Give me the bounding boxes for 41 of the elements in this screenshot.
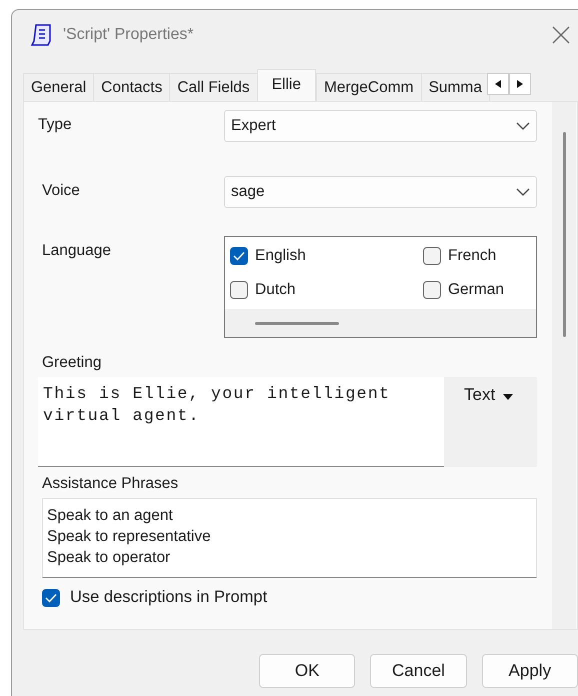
right-triangle-icon xyxy=(516,80,523,88)
left-triangle-icon xyxy=(494,80,501,88)
window-title: 'Script' Properties* xyxy=(63,26,194,44)
field-label: Greeting xyxy=(41,354,102,372)
tab[interactable]: Ellie xyxy=(256,69,316,101)
dialog-button[interactable]: OK xyxy=(259,654,356,688)
chevron-down-icon xyxy=(516,188,530,196)
scrollbar-thumb[interactable] xyxy=(562,132,566,337)
tab[interactable]: General xyxy=(23,73,94,101)
checkbox-label: German xyxy=(448,281,504,299)
greeting-field[interactable]: This is Ellie, your intelligent virtual agent. xyxy=(38,377,444,467)
checkbox-label: Use descriptions in Prompt xyxy=(70,588,268,607)
voice-dropdown[interactable]: sage xyxy=(224,176,537,208)
checkbox-label: Dutch xyxy=(255,281,296,299)
chevron-down-icon xyxy=(516,122,530,130)
checkbox[interactable] xyxy=(42,588,60,606)
script-icon xyxy=(29,23,53,47)
dialog-button[interactable]: Apply xyxy=(482,654,578,688)
checkbox-label: French xyxy=(448,247,496,265)
checkbox[interactable] xyxy=(423,247,441,265)
checkbox[interactable] xyxy=(230,247,248,265)
field-label: Voice xyxy=(41,181,81,201)
checkmark-icon xyxy=(233,251,245,261)
close-icon[interactable] xyxy=(552,26,570,44)
type-dropdown[interactable]: Expert xyxy=(224,110,537,142)
phrases-field[interactable]: Speak to an agent Speak to representative Speak to operator xyxy=(42,498,537,578)
caret-icon xyxy=(503,394,514,400)
dialog-button[interactable]: Cancel xyxy=(370,654,467,688)
tab[interactable]: MergeComm xyxy=(316,73,422,101)
scroll-right-button[interactable] xyxy=(508,73,531,95)
field-label: Language xyxy=(41,241,112,261)
field-label: Assistance Phrases xyxy=(41,475,180,493)
field-label: Type xyxy=(38,115,73,135)
checkmark-icon xyxy=(45,592,57,602)
checkbox[interactable] xyxy=(423,281,441,299)
scroll-left-button[interactable] xyxy=(486,73,509,95)
checkbox-label: English xyxy=(255,247,306,265)
scrollbar-thumb[interactable] xyxy=(255,322,339,324)
tab[interactable]: Summa xyxy=(420,73,490,101)
format-dropdown[interactable]: Text xyxy=(444,377,537,467)
checkbox[interactable] xyxy=(230,281,248,299)
